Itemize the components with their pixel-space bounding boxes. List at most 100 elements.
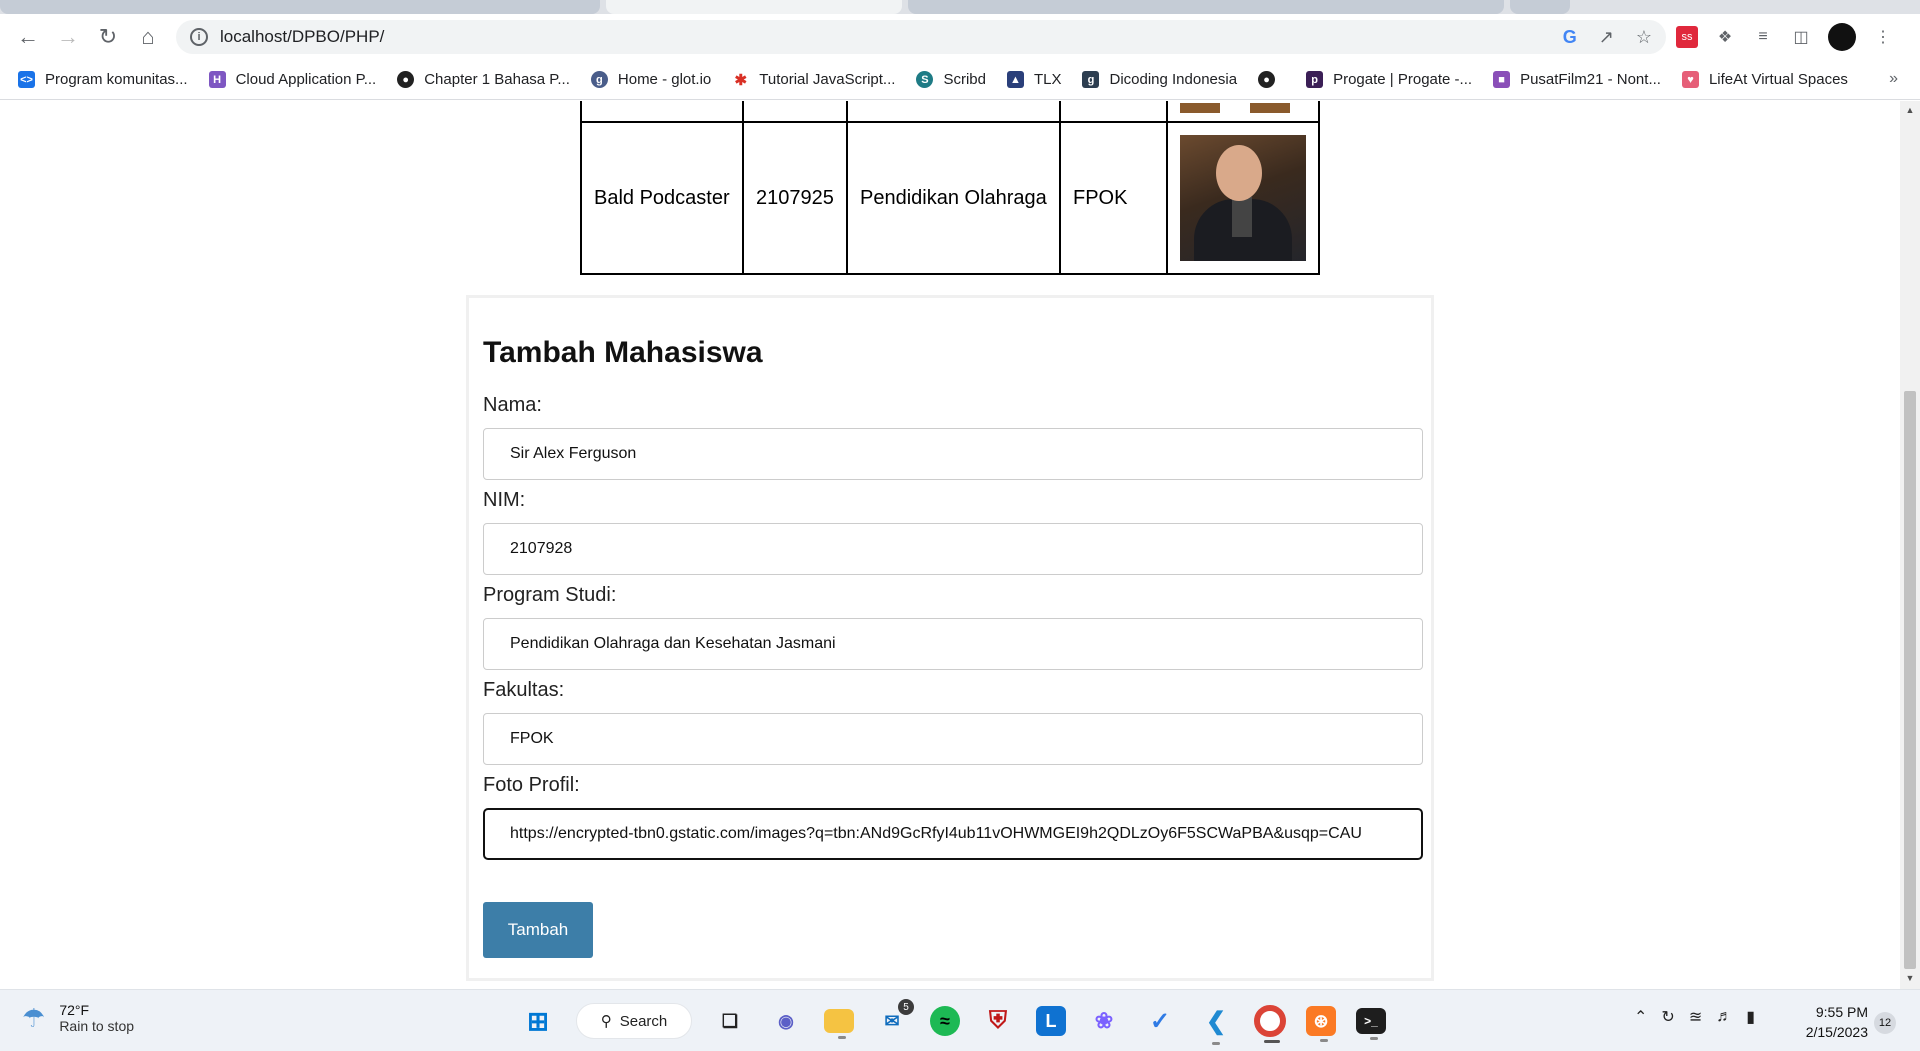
bookmark-item[interactable]: ● Chapter 1 Bahasa P... bbox=[397, 71, 570, 88]
globe-icon: ● bbox=[397, 71, 415, 88]
browser-tab[interactable] bbox=[0, 0, 600, 14]
bookmarks-bar: <> Program komunitas... H Cloud Applicatio… bbox=[0, 60, 1920, 100]
vscode-icon[interactable]: ❮ bbox=[1198, 1003, 1234, 1045]
scroll-down-icon[interactable]: ▼ bbox=[1904, 973, 1916, 985]
chrome-icon[interactable] bbox=[1254, 1005, 1286, 1043]
back-icon[interactable]: ← bbox=[8, 17, 48, 57]
l-app-icon[interactable]: L bbox=[1036, 1006, 1066, 1036]
bookmark-item[interactable]: H Cloud Application P... bbox=[208, 71, 377, 88]
volume-icon[interactable]: ♬ bbox=[1716, 1008, 1732, 1026]
bookmark-label: PusatFilm21 - Nont... bbox=[1520, 71, 1661, 88]
forward-icon[interactable]: → bbox=[48, 17, 88, 57]
foto-profil-label: Foto Profil: bbox=[483, 774, 580, 796]
table-row: Bald Podcaster 2107925 Pendidikan Olahra… bbox=[580, 121, 1320, 275]
profile-avatar[interactable] bbox=[1828, 23, 1856, 51]
bookmarks-overflow-icon[interactable]: » bbox=[1889, 70, 1898, 88]
bookmark-item[interactable]: ✱ Tutorial JavaScript... bbox=[732, 71, 896, 89]
menu-kebab-icon[interactable]: ⋮ bbox=[1872, 26, 1894, 48]
system-tray: ⌃ ↻ ≊ ♬ ▮ bbox=[1634, 1007, 1755, 1027]
windows-start-icon[interactable]: ⊞ bbox=[520, 1003, 556, 1039]
progate-icon: p bbox=[1306, 71, 1324, 88]
profile-photo-partial bbox=[1250, 102, 1290, 113]
media-queue-icon[interactable]: ≡ bbox=[1752, 26, 1774, 48]
code-icon: <> bbox=[18, 71, 35, 88]
scroll-up-icon[interactable]: ▲ bbox=[1904, 105, 1916, 117]
mahasiswa-table: Bald Podcaster 2107925 Pendidikan Olahra… bbox=[580, 101, 1320, 275]
search-icon: ⚲ bbox=[600, 1013, 612, 1030]
weather-widget[interactable]: ☂ 72°F Rain to stop bbox=[22, 1002, 134, 1034]
nim-label: NIM: bbox=[483, 489, 526, 511]
bookmark-item[interactable]: S Scribd bbox=[916, 71, 986, 88]
browser-tab[interactable] bbox=[1510, 0, 1570, 14]
battery-icon[interactable]: ▮ bbox=[1746, 1007, 1755, 1027]
bookmark-item[interactable]: ■ PusatFilm21 - Nont... bbox=[1493, 71, 1661, 88]
url-text: localhost/DPBO/PHP/ bbox=[220, 27, 385, 46]
fakultas-input[interactable]: FPOK bbox=[483, 713, 1423, 765]
clock[interactable]: 9:55 PM 2/15/2023 bbox=[1796, 1002, 1868, 1042]
cell-nama: Bald Podcaster bbox=[580, 121, 744, 275]
taskbar-search[interactable]: ⚲ Search bbox=[576, 1003, 692, 1039]
cell-foto bbox=[1166, 121, 1320, 275]
side-panel-icon[interactable]: ◫ bbox=[1790, 26, 1812, 48]
mail-icon[interactable]: ✉ 5 bbox=[874, 999, 914, 1039]
figure-icon: ✱ bbox=[734, 71, 748, 89]
bookmark-item[interactable]: ● bbox=[1258, 71, 1285, 88]
terminal-icon[interactable]: >_ bbox=[1356, 1008, 1386, 1040]
extension-red-icon[interactable]: ss bbox=[1676, 26, 1698, 48]
bookmark-label: Chapter 1 Bahasa P... bbox=[424, 71, 570, 88]
bookmark-label: Dicoding Indonesia bbox=[1109, 71, 1238, 88]
teams-chat-icon[interactable]: ◉ bbox=[768, 1003, 804, 1039]
bookmark-label: LifeAt Virtual Spaces bbox=[1708, 71, 1848, 88]
bookmark-label: Program komunitas... bbox=[45, 71, 188, 88]
bookmark-star-icon[interactable]: ☆ bbox=[1636, 27, 1652, 48]
page-scrollbar[interactable]: ▲ ▼ bbox=[1900, 101, 1920, 989]
notification-count-badge[interactable]: 12 bbox=[1874, 1012, 1896, 1034]
clock-date: 2/15/2023 bbox=[1805, 1024, 1868, 1040]
mail-badge: 5 bbox=[898, 999, 914, 1015]
address-bar[interactable]: i localhost/DPBO/PHP/ G ↗ ☆ bbox=[176, 20, 1666, 54]
profile-photo bbox=[1180, 135, 1306, 261]
reload-icon[interactable]: ↻ bbox=[88, 17, 128, 57]
page-viewport: Bald Podcaster 2107925 Pendidikan Olahra… bbox=[0, 101, 1900, 989]
cell-fakultas: FPOK bbox=[1059, 121, 1168, 275]
program-studi-label: Program Studi: bbox=[483, 584, 617, 606]
site-info-icon[interactable]: i bbox=[190, 28, 208, 46]
bookmark-label: Tutorial JavaScript... bbox=[759, 71, 896, 88]
task-view-icon[interactable]: ❏ bbox=[712, 1003, 748, 1039]
home-icon[interactable]: ⌂ bbox=[128, 17, 168, 57]
puzzle-icon[interactable]: ❖ bbox=[1714, 26, 1736, 48]
google-icon[interactable]: G bbox=[1563, 27, 1577, 48]
h-icon: H bbox=[208, 71, 226, 88]
browser-tab-active[interactable] bbox=[606, 0, 902, 14]
bookmark-item[interactable]: <> Program komunitas... bbox=[18, 71, 188, 88]
xampp-icon[interactable]: ⊛ bbox=[1306, 1006, 1336, 1042]
bookmark-item[interactable]: g Dicoding Indonesia bbox=[1082, 71, 1237, 88]
search-label: Search bbox=[619, 1012, 668, 1030]
file-explorer-icon[interactable] bbox=[824, 1009, 854, 1039]
copilot-icon[interactable]: ❀ bbox=[1086, 1003, 1122, 1039]
tambah-button[interactable]: Tambah bbox=[483, 902, 593, 958]
mcafee-icon[interactable]: ⛨ bbox=[980, 1003, 1016, 1039]
sync-icon[interactable]: ↻ bbox=[1661, 1007, 1674, 1027]
todo-check-icon[interactable]: ✓ bbox=[1142, 1003, 1178, 1039]
bookmark-item[interactable]: ♥ LifeAt Virtual Spaces bbox=[1681, 71, 1848, 88]
browser-tab[interactable] bbox=[908, 0, 1504, 14]
scroll-thumb[interactable] bbox=[1904, 391, 1916, 969]
foto-profil-input[interactable]: https://encrypted-tbn0.gstatic.com/image… bbox=[483, 808, 1423, 860]
form-title: Tambah Mahasiswa bbox=[483, 336, 763, 369]
program-studi-input[interactable]: Pendidikan Olahraga dan Kesehatan Jasman… bbox=[483, 618, 1423, 670]
nama-input[interactable]: Sir Alex Ferguson bbox=[483, 428, 1423, 480]
bookmark-label: Cloud Application P... bbox=[235, 71, 377, 88]
chevron-up-icon[interactable]: ⌃ bbox=[1634, 1007, 1647, 1027]
nim-input[interactable]: 2107928 bbox=[483, 523, 1423, 575]
share-icon[interactable]: ↗ bbox=[1599, 27, 1614, 48]
spotify-icon[interactable]: ≈ bbox=[930, 1006, 960, 1036]
browser-toolbar: ← → ↻ ⌂ i localhost/DPBO/PHP/ G ↗ ☆ ss ❖… bbox=[0, 14, 1920, 60]
wifi-icon[interactable]: ≊ bbox=[1689, 1007, 1702, 1027]
bookmark-item[interactable]: ▲ TLX bbox=[1006, 71, 1062, 88]
bookmark-item[interactable]: p Progate | Progate -... bbox=[1306, 71, 1472, 88]
fakultas-label: Fakultas: bbox=[483, 679, 565, 701]
bookmark-label: TLX bbox=[1033, 71, 1062, 88]
bookmark-item[interactable]: g Home - glot.io bbox=[590, 71, 711, 88]
dicoding-icon: g bbox=[1082, 71, 1100, 88]
